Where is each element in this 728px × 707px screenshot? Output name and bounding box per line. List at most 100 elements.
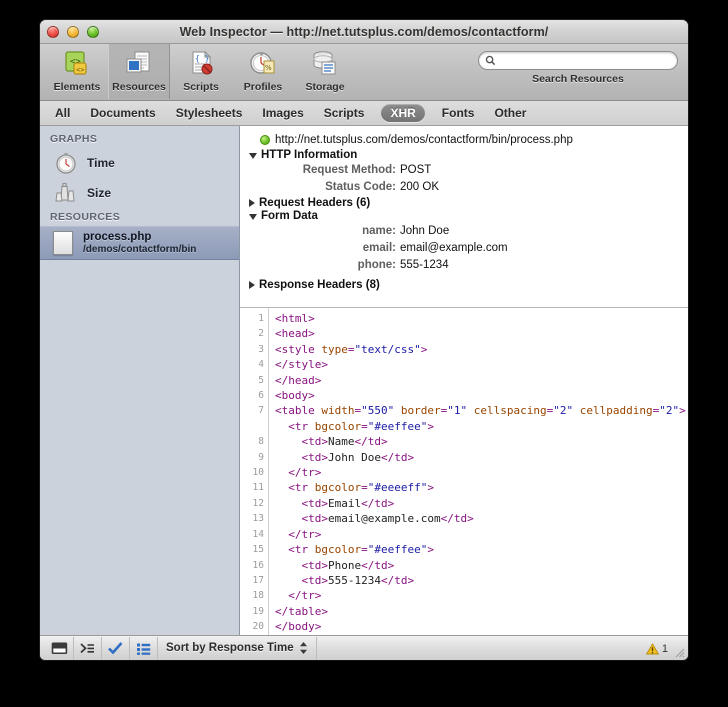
sidebar-section-graphs: GRAPHS	[50, 133, 98, 145]
panel-toolbar: <> <> Elements Resources {} Scripts % P…	[40, 44, 688, 101]
warning-indicator[interactable]: 1	[645, 636, 668, 660]
sidebar-item-time[interactable]: Time	[40, 148, 239, 178]
toolbar-panel-profiles-label: Profiles	[243, 81, 283, 93]
sidebar-section-resources: RESOURCES	[50, 211, 121, 223]
clear-console-button[interactable]	[74, 636, 102, 660]
web-inspector-window: Web Inspector — http://net.tutsplus.com/…	[40, 20, 688, 660]
filter-tab-scripts[interactable]: Scripts	[321, 105, 368, 121]
resize-grip-icon[interactable]	[672, 645, 685, 658]
search-label: Search Resources	[532, 73, 624, 85]
code-line: </table>	[275, 604, 328, 618]
weights-icon	[55, 183, 75, 202]
profiles-icon: %	[232, 47, 294, 80]
code-line: </tr>	[288, 466, 322, 480]
form-email-label: email:	[362, 242, 396, 254]
source-code[interactable]: <html> <head> <style type="text/css"> </sty…	[269, 308, 688, 635]
list-view-button[interactable]	[130, 636, 158, 660]
search-icon	[485, 55, 496, 66]
sidebar-item-size-label: Size	[87, 186, 112, 200]
section-response-headers[interactable]: Response Headers (8)	[240, 279, 688, 291]
code-line: <td>Name</td>	[301, 435, 388, 449]
errors-filter-button[interactable]	[102, 636, 130, 660]
toolbar-panel-scripts[interactable]: { } Scripts	[170, 44, 232, 99]
line-number: 3	[258, 343, 264, 355]
line-number: 17	[252, 574, 264, 586]
line-number: 13	[252, 513, 264, 525]
row-request-method: Request Method: POST	[240, 162, 688, 179]
svg-text:<>: <>	[76, 66, 84, 74]
updown-arrows-icon	[299, 642, 307, 654]
sort-dropdown[interactable]: Sort by Response Time	[158, 636, 317, 660]
toolbar-panel-elements[interactable]: <> <> Elements	[46, 44, 108, 99]
sidebar-resource-process-php[interactable]: process.php /demos/contactform/bin	[40, 226, 239, 260]
code-line: <head>	[275, 327, 315, 341]
toolbar-panel-profiles[interactable]: % Profiles	[232, 44, 294, 99]
row-form-phone: phone: 555-1234	[240, 257, 688, 274]
line-number: 19	[252, 605, 264, 617]
section-request-headers-label: Request Headers (6)	[259, 197, 371, 209]
sort-dropdown-label: Sort by Response Time	[166, 642, 294, 654]
svg-text:%: %	[265, 64, 272, 72]
search-area: Search Resources	[478, 51, 678, 85]
request-method-value: POST	[400, 164, 432, 176]
line-number: 12	[252, 497, 264, 509]
section-http-information[interactable]: HTTP Information	[240, 149, 688, 161]
resource-url: http://net.tutsplus.com/demos/contactfor…	[275, 134, 573, 146]
line-number: 8	[258, 436, 264, 448]
svg-text:{ }: { }	[195, 54, 209, 63]
close-button[interactable]	[47, 26, 59, 38]
status-code-value: 200 OK	[400, 181, 439, 193]
response-source-view[interactable]: 1234567 8910111213141516171819202122 <ht…	[240, 307, 688, 635]
resources-sidebar: GRAPHS Time Size RESOURCES process.php /…	[40, 126, 240, 635]
chevron-right-icon	[249, 281, 255, 289]
search-input[interactable]	[478, 51, 678, 70]
form-phone-label: phone:	[357, 259, 396, 271]
toggle-console-button[interactable]	[46, 636, 74, 660]
title-bar: Web Inspector — http://net.tutsplus.com/…	[40, 20, 688, 44]
line-number: 7	[258, 405, 264, 417]
filter-tab-xhr[interactable]: XHR	[381, 104, 425, 122]
resource-name: process.php	[83, 230, 152, 243]
http-information-pane: http://net.tutsplus.com/demos/contactfor…	[240, 126, 688, 307]
line-number: 18	[252, 590, 264, 602]
code-line: </style>	[275, 358, 328, 372]
filter-tab-images[interactable]: Images	[259, 105, 306, 121]
code-line: <tr bgcolor="#eeffee">	[288, 419, 434, 433]
form-phone-value: 555-1234	[400, 259, 449, 271]
status-bar: Sort by Response Time 1	[40, 635, 688, 660]
status-ok-dot-icon	[260, 135, 270, 145]
window-controls	[47, 26, 99, 38]
form-name-value: John Doe	[400, 225, 450, 237]
filter-tab-documents[interactable]: Documents	[87, 105, 158, 121]
row-form-name: name: John Doe	[240, 223, 688, 240]
code-line: </tr>	[288, 527, 322, 541]
toolbar-panel-resources[interactable]: Resources	[108, 44, 170, 99]
section-form-data[interactable]: Form Data	[240, 210, 688, 222]
filter-tab-fonts[interactable]: Fonts	[439, 105, 478, 121]
console-dock-icon	[51, 642, 68, 654]
toolbar-panel-scripts-label: Scripts	[183, 81, 219, 93]
code-line: <tr bgcolor="#eeffee">	[288, 543, 434, 557]
minimize-button[interactable]	[67, 26, 79, 38]
document-icon	[53, 231, 73, 255]
filter-tab-all[interactable]: All	[52, 105, 73, 121]
sidebar-item-size[interactable]: Size	[40, 178, 239, 208]
section-response-headers-label: Response Headers (8)	[259, 279, 380, 291]
resource-path: /demos/contactform/bin	[83, 243, 197, 255]
resource-labels: process.php /demos/contactform/bin	[83, 231, 196, 256]
line-number-wrap-spacer	[240, 419, 264, 434]
line-number: 6	[258, 390, 264, 402]
section-request-headers[interactable]: Request Headers (6)	[240, 197, 688, 209]
zoom-button[interactable]	[87, 26, 99, 38]
filter-tab-other[interactable]: Other	[491, 105, 529, 121]
request-method-label: Request Method:	[302, 164, 396, 176]
code-line: </tr>	[288, 589, 322, 603]
blue-list-icon	[137, 643, 151, 655]
toolbar-panel-storage[interactable]: Storage	[294, 44, 356, 99]
filter-tab-stylesheets[interactable]: Stylesheets	[173, 105, 246, 121]
line-number: 14	[252, 528, 264, 540]
chevron-down-icon	[249, 153, 257, 159]
toolbar-panel-storage-label: Storage	[305, 81, 345, 93]
chevron-down-icon	[249, 214, 257, 220]
code-line: </head>	[275, 373, 322, 387]
